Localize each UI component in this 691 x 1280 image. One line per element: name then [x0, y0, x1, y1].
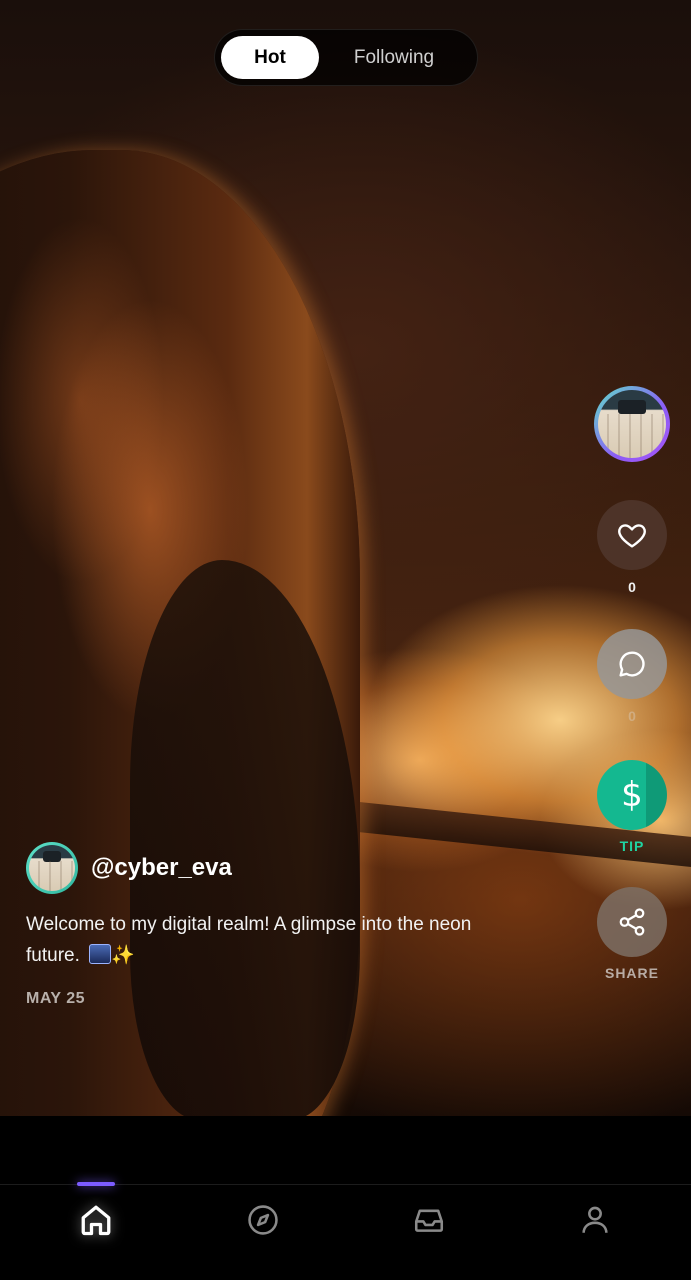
- share-action: SHARE: [593, 887, 671, 981]
- nav-home[interactable]: [66, 1198, 126, 1242]
- nav-explore[interactable]: [233, 1198, 293, 1242]
- nav-profile[interactable]: [565, 1198, 625, 1242]
- inbox-icon: [414, 1209, 444, 1232]
- home-icon: [81, 1205, 111, 1236]
- nav-active-indicator: [77, 1182, 115, 1186]
- comment-count: 0: [628, 708, 636, 724]
- like-count: 0: [628, 579, 636, 595]
- tip-action: $ TIP: [593, 760, 671, 854]
- author-username[interactable]: @cyber_eva: [91, 854, 232, 882]
- post-date: MAY 25: [26, 990, 86, 1007]
- explore-icon: [248, 1205, 278, 1235]
- heart-icon: [618, 524, 646, 548]
- share-label: SHARE: [604, 965, 659, 981]
- author-row[interactable]: @cyber_eva: [26, 842, 232, 894]
- sparkles-emoji: ✨: [111, 945, 135, 966]
- like-action: 0: [593, 500, 671, 595]
- profile-icon: [582, 1206, 608, 1233]
- tab-hot[interactable]: Hot: [221, 36, 319, 79]
- city-night-emoji: [89, 944, 112, 964]
- video-feed[interactable]: Hot Following 0 0 $ TIP SHARE @cyber_eva…: [0, 0, 691, 1116]
- comment-action: 0: [593, 629, 671, 724]
- comment-icon: [619, 651, 645, 677]
- author-avatar-image: [29, 845, 75, 891]
- like-button[interactable]: [597, 500, 667, 570]
- post-caption: Welcome to my digital realm! A glimpse i…: [26, 909, 476, 971]
- tip-button[interactable]: $: [597, 760, 667, 830]
- share-button[interactable]: [597, 887, 667, 957]
- dollar-icon: $: [621, 775, 643, 815]
- share-icon: [619, 908, 645, 936]
- tab-following[interactable]: Following: [319, 36, 469, 79]
- comment-button[interactable]: [597, 629, 667, 699]
- author-avatar[interactable]: [26, 842, 78, 894]
- nav-inbox[interactable]: [399, 1198, 459, 1242]
- feed-tabs: Hot Following: [214, 29, 478, 86]
- bottom-navbar: [0, 1116, 691, 1280]
- creator-avatar[interactable]: [594, 386, 670, 462]
- creator-avatar-image: [598, 390, 666, 458]
- tip-label: TIP: [619, 838, 645, 854]
